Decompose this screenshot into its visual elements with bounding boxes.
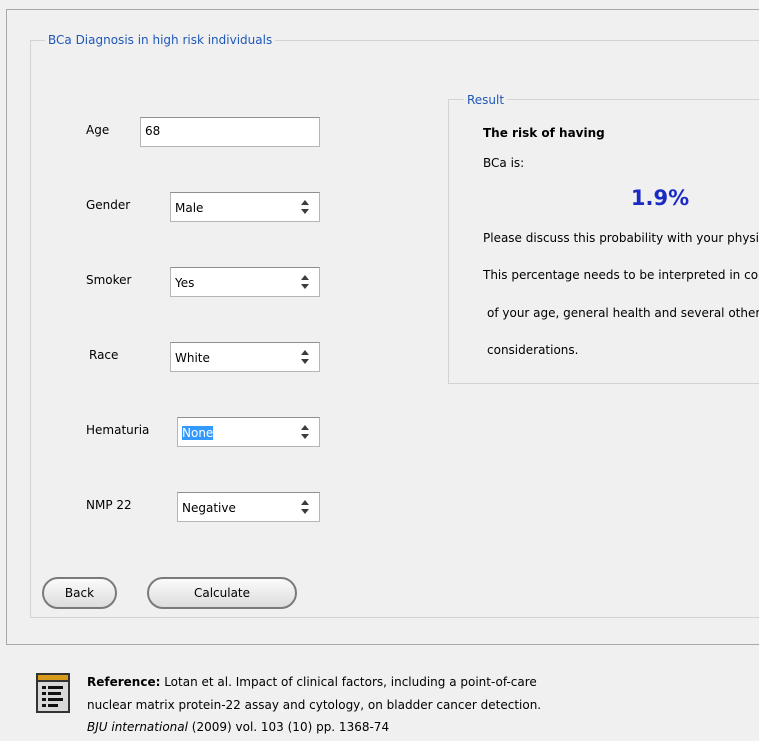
hematuria-select[interactable]: None bbox=[177, 417, 320, 447]
nmp22-select[interactable]: Negative bbox=[177, 492, 320, 522]
up-down-arrows-icon bbox=[301, 425, 309, 439]
smoker-select[interactable]: Yes bbox=[170, 267, 320, 297]
result-group-title: Result bbox=[464, 93, 508, 107]
age-input[interactable]: 68 bbox=[140, 117, 320, 147]
reference-line3: BJU international (2009) vol. 103 (10) p… bbox=[87, 720, 389, 734]
risk-percentage: 1.9% bbox=[630, 186, 690, 210]
result-context-line3: considerations. bbox=[487, 343, 579, 357]
up-down-arrows-icon bbox=[301, 275, 309, 289]
diagnosis-group-title: BCa Diagnosis in high risk individuals bbox=[45, 33, 276, 47]
result-advice: Please discuss this probability with you… bbox=[483, 231, 759, 245]
result-subheading: BCa is: bbox=[483, 156, 525, 170]
hematuria-label: Hematuria bbox=[86, 423, 150, 437]
calculate-button[interactable]: Calculate bbox=[147, 577, 297, 609]
gender-label: Gender bbox=[86, 198, 131, 212]
reference-label: Reference: bbox=[87, 675, 161, 689]
gender-select-value: Male bbox=[175, 201, 204, 215]
result-context-line1: This percentage needs to be interpreted … bbox=[483, 268, 759, 282]
up-down-arrows-icon bbox=[301, 350, 309, 364]
smoker-select-value: Yes bbox=[175, 276, 195, 290]
reference-line1: Reference: Lotan et al. Impact of clinic… bbox=[87, 675, 537, 689]
back-button[interactable]: Back bbox=[42, 577, 117, 609]
document-icon bbox=[36, 673, 70, 713]
reference-citation: (2009) vol. 103 (10) pp. 1368-74 bbox=[187, 720, 390, 734]
age-label: Age bbox=[86, 123, 110, 137]
reference-line2: nuclear matrix protein-22 assay and cyto… bbox=[87, 698, 542, 712]
race-select[interactable]: White bbox=[170, 342, 320, 372]
up-down-arrows-icon bbox=[301, 200, 309, 214]
reference-text1: Lotan et al. Impact of clinical factors,… bbox=[160, 675, 537, 689]
race-select-value: White bbox=[175, 351, 210, 365]
smoker-label: Smoker bbox=[86, 273, 132, 287]
hematuria-select-value: None bbox=[182, 426, 214, 440]
race-label: Race bbox=[89, 348, 119, 362]
result-heading: The risk of having bbox=[483, 126, 605, 140]
result-context-line2: of your age, general health and several … bbox=[487, 306, 759, 320]
nmp22-label: NMP 22 bbox=[86, 498, 132, 512]
up-down-arrows-icon bbox=[301, 500, 309, 514]
gender-select[interactable]: Male bbox=[170, 192, 320, 222]
nmp22-select-value: Negative bbox=[182, 501, 236, 515]
reference-journal: BJU international bbox=[87, 720, 188, 734]
